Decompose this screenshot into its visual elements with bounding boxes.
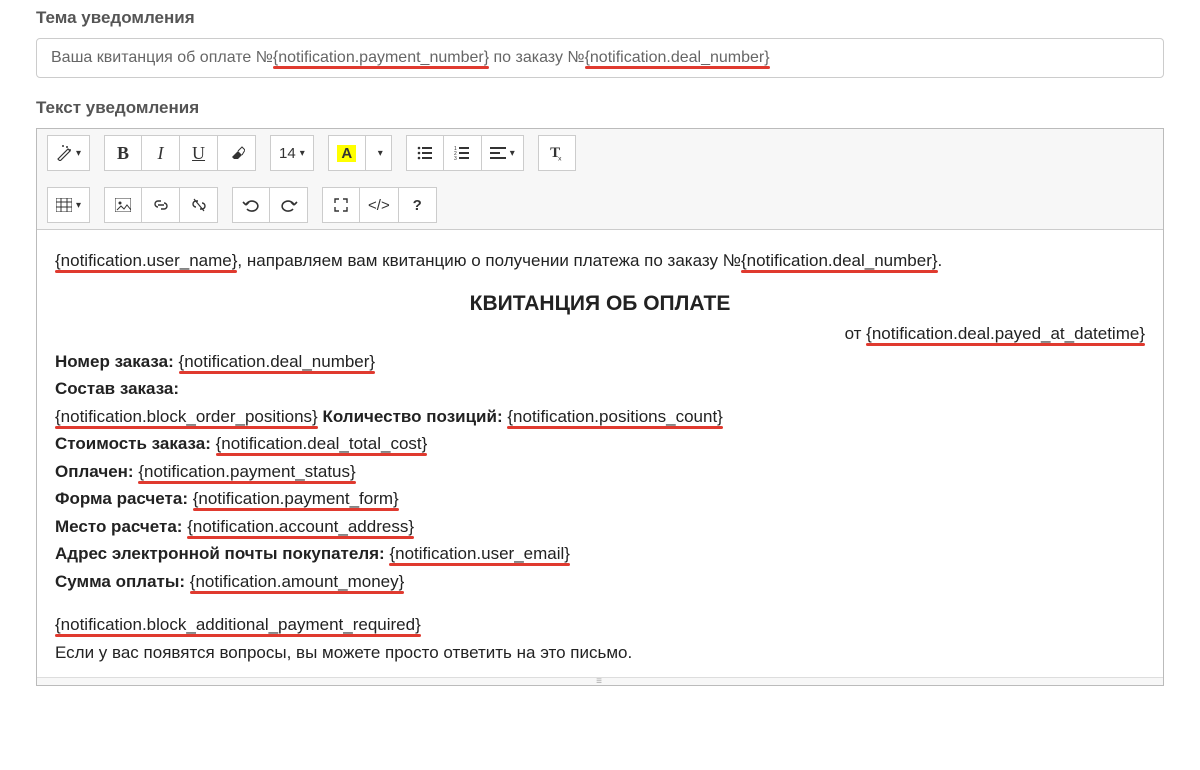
redo-button[interactable] bbox=[270, 187, 308, 223]
body-label: Текст уведомления bbox=[36, 98, 1164, 118]
unlink-button[interactable] bbox=[180, 187, 218, 223]
var-total-cost: {notification.deal_total_cost} bbox=[216, 434, 428, 453]
row-amount: Сумма оплаты: {notification.amount_money… bbox=[55, 569, 1145, 595]
var-user-name: {notification.user_name} bbox=[55, 251, 237, 270]
var-payed-at: {notification.deal.payed_at_datetime} bbox=[866, 324, 1145, 343]
chevron-down-icon: ▾ bbox=[76, 200, 81, 211]
fullscreen-icon bbox=[334, 198, 348, 212]
row-payment-status: Оплачен: {notification.payment_status} bbox=[55, 459, 1145, 485]
eraser-button[interactable] bbox=[218, 135, 256, 171]
clear-format-button[interactable]: Tₓ bbox=[538, 135, 576, 171]
var-additional-payment: {notification.block_additional_payment_r… bbox=[55, 615, 421, 634]
greeting-text: , направляем вам квитанцию о получении п… bbox=[237, 251, 741, 270]
list-ul-icon bbox=[417, 146, 433, 160]
code-icon: </> bbox=[368, 197, 390, 214]
table-icon bbox=[56, 198, 72, 212]
bold-button[interactable]: B bbox=[104, 135, 142, 171]
subject-var-deal-number: {notification.deal_number} bbox=[585, 49, 770, 66]
undo-button[interactable] bbox=[232, 187, 270, 223]
var-block-order-positions: {notification.block_order_positions} bbox=[55, 407, 318, 426]
row-additional-payment: {notification.block_additional_payment_r… bbox=[55, 612, 1145, 638]
link-button[interactable] bbox=[142, 187, 180, 223]
redo-icon bbox=[280, 198, 298, 212]
subject-text-mid: по заказу № bbox=[489, 49, 585, 66]
fontsize-value: 14 bbox=[279, 145, 296, 162]
image-button[interactable] bbox=[104, 187, 142, 223]
greeting-line: {notification.user_name}, направляем вам… bbox=[55, 248, 1145, 274]
codeview-button[interactable]: </> bbox=[360, 187, 399, 223]
row-total-cost: Стоимость заказа: {notification.deal_tot… bbox=[55, 431, 1145, 457]
help-icon: ? bbox=[413, 197, 422, 214]
chevron-down-icon: ▾ bbox=[378, 148, 383, 159]
var-account-address: {notification.account_address} bbox=[187, 517, 414, 536]
var-deal-number-2: {notification.deal_number} bbox=[179, 352, 376, 371]
align-icon bbox=[490, 146, 506, 160]
greeting-dot: . bbox=[938, 251, 943, 270]
fontcolor-icon: A bbox=[337, 145, 356, 162]
paragraph-button[interactable]: ▾ bbox=[482, 135, 524, 171]
label-positions-count: Количество позиций: bbox=[322, 407, 502, 426]
magic-button[interactable]: ▾ bbox=[47, 135, 90, 171]
eraser-icon bbox=[229, 146, 245, 160]
row-order-contents: Состав заказа: bbox=[55, 376, 1145, 402]
list-ol-icon: 123 bbox=[454, 146, 470, 160]
label-order-number: Номер заказа: bbox=[55, 352, 174, 371]
toolbar: ▾ B I U 14 ▾ A ▾ bbox=[37, 129, 1163, 230]
subject-input[interactable]: Ваша квитанция об оплате №{notification.… bbox=[36, 38, 1164, 78]
editor-content[interactable]: {notification.user_name}, направляем вам… bbox=[37, 230, 1163, 677]
row-order-number: Номер заказа: {notification.deal_number} bbox=[55, 349, 1145, 375]
label-total-cost: Стоимость заказа: bbox=[55, 434, 211, 453]
label-user-email: Адрес электронной почты покупателя: bbox=[55, 544, 385, 563]
editor: ▾ B I U 14 ▾ A ▾ bbox=[36, 128, 1164, 686]
var-positions-count: {notification.positions_count} bbox=[507, 407, 723, 426]
image-icon bbox=[115, 198, 131, 212]
underline-button[interactable]: U bbox=[180, 135, 218, 171]
table-button[interactable]: ▾ bbox=[47, 187, 90, 223]
fullscreen-button[interactable] bbox=[322, 187, 360, 223]
label-payment-status: Оплачен: bbox=[55, 462, 134, 481]
row-user-email: Адрес электронной почты покупателя: {not… bbox=[55, 541, 1145, 567]
row-positions: {notification.block_order_positions} Кол… bbox=[55, 404, 1145, 430]
subject-label: Тема уведомления bbox=[36, 8, 1164, 28]
resize-handle[interactable]: ≡ bbox=[37, 677, 1163, 685]
undo-icon bbox=[242, 198, 260, 212]
ol-button[interactable]: 123 bbox=[444, 135, 482, 171]
magic-wand-icon bbox=[56, 145, 72, 161]
date-line: от {notification.deal.payed_at_datetime} bbox=[55, 321, 1145, 347]
chevron-down-icon: ▾ bbox=[76, 148, 81, 159]
receipt-title: КВИТАНЦИЯ ОБ ОПЛАТЕ bbox=[55, 288, 1145, 320]
var-user-email: {notification.user_email} bbox=[389, 544, 570, 563]
subject-text-pre: Ваша квитанция об оплате № bbox=[51, 49, 273, 66]
label-order-contents: Состав заказа: bbox=[55, 379, 179, 398]
svg-text:3: 3 bbox=[454, 156, 457, 160]
ul-button[interactable] bbox=[406, 135, 444, 171]
row-payment-form: Форма расчета: {notification.payment_for… bbox=[55, 486, 1145, 512]
fontsize-button[interactable]: 14 ▾ bbox=[270, 135, 314, 171]
date-pre: от bbox=[845, 324, 867, 343]
subject-var-payment-number: {notification.payment_number} bbox=[273, 49, 489, 66]
label-payment-form: Форма расчета: bbox=[55, 489, 188, 508]
help-button[interactable]: ? bbox=[399, 187, 437, 223]
var-payment-status: {notification.payment_status} bbox=[138, 462, 355, 481]
row-account-address: Место расчета: {notification.account_add… bbox=[55, 514, 1145, 540]
footer-line: Если у вас появятся вопросы, вы можете п… bbox=[55, 640, 1145, 666]
fontcolor-more-button[interactable]: ▾ bbox=[366, 135, 392, 171]
var-amount-money: {notification.amount_money} bbox=[190, 572, 405, 591]
label-amount: Сумма оплаты: bbox=[55, 572, 185, 591]
unlink-icon bbox=[191, 198, 207, 212]
link-icon bbox=[153, 198, 169, 212]
var-payment-form: {notification.payment_form} bbox=[193, 489, 399, 508]
var-deal-number: {notification.deal_number} bbox=[741, 251, 938, 270]
fontcolor-button[interactable]: A bbox=[328, 135, 366, 171]
label-account-address: Место расчета: bbox=[55, 517, 182, 536]
subscript-x-icon: ₓ bbox=[558, 152, 561, 163]
italic-button[interactable]: I bbox=[142, 135, 180, 171]
chevron-down-icon: ▾ bbox=[510, 148, 515, 159]
chevron-down-icon: ▾ bbox=[300, 148, 305, 159]
